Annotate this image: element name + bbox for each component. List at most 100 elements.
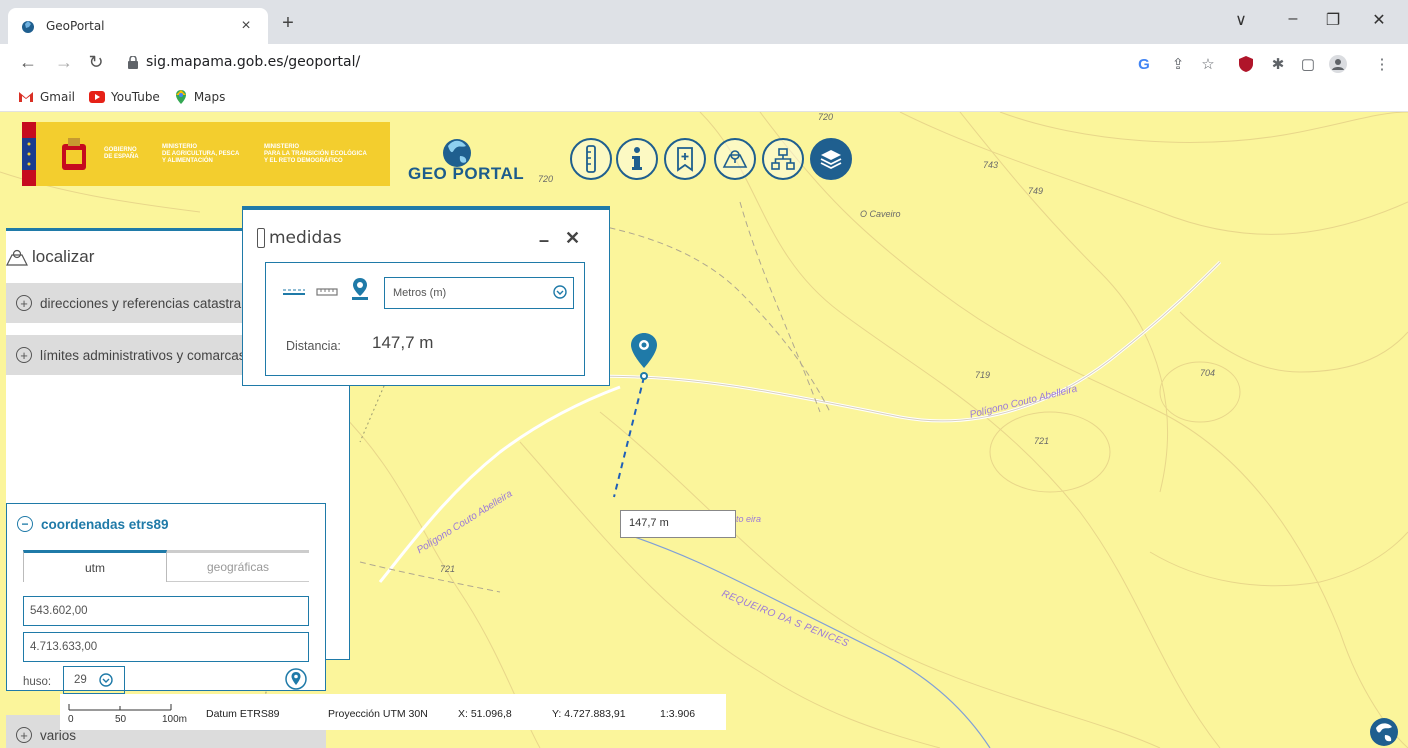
location-pin-icon[interactable] (350, 277, 370, 301)
layers-icon[interactable] (810, 138, 852, 180)
medidas-title: medidas (269, 228, 342, 248)
coordinates-header[interactable]: − coordenadas etrs89 (17, 516, 169, 532)
info-icon[interactable] (616, 138, 658, 180)
elevation-label: 743 (983, 160, 999, 170)
sidepanel-icon[interactable]: ▢ (1298, 54, 1318, 74)
localizar-title: localizar (32, 247, 95, 266)
coat-of-arms-icon (62, 138, 86, 170)
new-tab-button[interactable]: + (276, 12, 300, 35)
chevron-down-icon (553, 285, 567, 299)
bookmark-youtube[interactable]: YouTube (89, 90, 160, 104)
place-label: O Caveiro (860, 209, 901, 219)
share-icon[interactable]: ⇪ (1168, 54, 1188, 74)
globe-icon[interactable] (1370, 718, 1398, 746)
locate-pin-icon[interactable] (285, 668, 307, 690)
unit-select[interactable]: Metros (m) (384, 277, 574, 309)
elevation-label: 704 (1200, 368, 1216, 378)
utm-x-input[interactable]: 543.602,00 (23, 596, 309, 626)
google-icon[interactable]: G (1134, 54, 1154, 74)
tab-close-icon[interactable]: × (236, 17, 256, 35)
coordinates-section: − coordenadas etrs89 utm geográficas 543… (6, 503, 326, 694)
geoportal-logo-icon (443, 139, 471, 167)
medidas-panel: medidas – ✕ Metros (m) Distancia: 147,7 … (242, 206, 610, 386)
map-search-icon[interactable] (714, 138, 756, 180)
tab-search-icon[interactable]: ∨ (1226, 10, 1256, 30)
tab-title: GeoPortal (46, 19, 105, 33)
measure-area-icon[interactable] (316, 287, 338, 297)
scale-tick: 50 (115, 714, 127, 725)
star-icon[interactable]: ☆ (1198, 54, 1218, 74)
collapse-minus-icon: − (17, 516, 33, 532)
map-marker-icon[interactable] (630, 332, 658, 382)
logo-ministry2-text: MINISTERIO PARA LA TRANSICIÓN ECOLÓGICA … (264, 144, 367, 164)
huso-select[interactable]: 29 (63, 666, 125, 694)
sitemap-icon[interactable] (762, 138, 804, 180)
elevation-label: 721 (440, 564, 456, 574)
expand-plus-icon: + (16, 347, 32, 363)
close-icon[interactable]: ✕ (565, 228, 580, 249)
youtube-icon (89, 90, 106, 103)
section-label: direcciones y referencias catastrales (40, 295, 259, 311)
huso-value: 29 (74, 674, 87, 686)
profile-avatar-icon[interactable] (1328, 54, 1348, 74)
menu-kebab-icon[interactable]: ⋮ (1372, 54, 1392, 74)
map-pin-icon (6, 249, 28, 266)
lock-icon[interactable] (128, 56, 138, 69)
projection-text: Proyección UTM 30N (328, 708, 428, 720)
reload-icon[interactable]: ↻ (84, 52, 108, 73)
maps-icon (175, 89, 186, 104)
measure-distance-icon[interactable] (282, 287, 306, 297)
utm-y-input[interactable]: 4.713.633,00 (23, 632, 309, 662)
bookmark-label: Gmail (40, 89, 76, 104)
ruler-icon[interactable] (570, 138, 612, 180)
scale-bar-graphic (68, 704, 172, 711)
x-coordinate: X: 51.096,8 (458, 708, 512, 720)
browser-toolbar: ← → ↻ sig.mapama.gob.es/geoportal/ G ⇪ ☆… (0, 44, 1408, 82)
localizar-header[interactable]: localizar (6, 247, 94, 267)
minimize-icon[interactable]: – (539, 230, 549, 251)
address-bar[interactable]: sig.mapama.gob.es/geoportal/ (146, 54, 360, 70)
bookmark-label: YouTube (111, 89, 160, 104)
logo-gov-text: GOBIERNO DE ESPAÑA (104, 147, 139, 160)
bookmark-maps[interactable]: Maps (174, 89, 226, 104)
browser-tab[interactable]: GeoPortal × (8, 8, 268, 44)
distance-label: Distancia: (286, 339, 341, 353)
eu-flag-icon (22, 122, 36, 186)
medidas-content: Metros (m) Distancia: 147,7 m (265, 262, 585, 376)
map-canvas[interactable]: O Caveiro 743 749 720 719 704 721 721 72… (0, 112, 1408, 748)
chevron-down-icon (99, 673, 113, 687)
tab-geograficas[interactable]: geográficas (167, 550, 309, 582)
government-logo[interactable]: GOBIERNO DE ESPAÑA MINISTERIO DE AGRICUL… (22, 122, 390, 186)
elevation-label: 719 (975, 370, 991, 380)
elevation-label: 721 (1034, 436, 1050, 446)
bookmark-label: Maps (193, 89, 226, 104)
map-scale: 1:3.906 (660, 708, 696, 720)
browser-tabbar: GeoPortal × + ∨ – ❐ ✕ (0, 0, 1408, 44)
elevation-label: 749 (1028, 186, 1044, 196)
extensions-icon[interactable]: ✱ (1268, 54, 1288, 74)
section-label: límites administrativos y comarcas (40, 347, 246, 363)
elevation-label: 720 (818, 112, 834, 122)
logo-ministry1-text: MINISTERIO DE AGRICULTURA, PESCA Y ALIME… (162, 144, 240, 164)
expand-plus-icon: + (16, 295, 32, 311)
maximize-button[interactable]: ❐ (1318, 10, 1348, 30)
forward-arrow-icon[interactable]: → (52, 52, 76, 73)
coordinates-title: coordenadas etrs89 (41, 516, 169, 532)
datum-text: Datum ETRS89 (206, 708, 280, 720)
bookmark-gmail[interactable]: Gmail (18, 90, 75, 104)
app-title: GEO PORTAL (408, 164, 525, 183)
bookmark-icon[interactable] (664, 138, 706, 180)
minimize-button[interactable]: – (1278, 10, 1308, 28)
close-window-button[interactable]: ✕ (1364, 10, 1394, 30)
status-bar: 0 50 100m Datum ETRS89 Proyección UTM 30… (60, 694, 726, 730)
back-arrow-icon[interactable]: ← (16, 52, 40, 73)
distance-value: 147,7 m (372, 333, 434, 352)
unit-value: Metros (m) (393, 287, 447, 299)
bookmarks-bar: Gmail YouTube Maps (0, 82, 1408, 112)
gmail-icon (19, 91, 33, 102)
elevation-label: 720 (538, 174, 554, 184)
tab-utm[interactable]: utm (23, 550, 167, 582)
scale-tick: 100m (162, 714, 188, 725)
huso-label: huso: (23, 676, 52, 688)
ublock-icon[interactable] (1236, 54, 1256, 74)
